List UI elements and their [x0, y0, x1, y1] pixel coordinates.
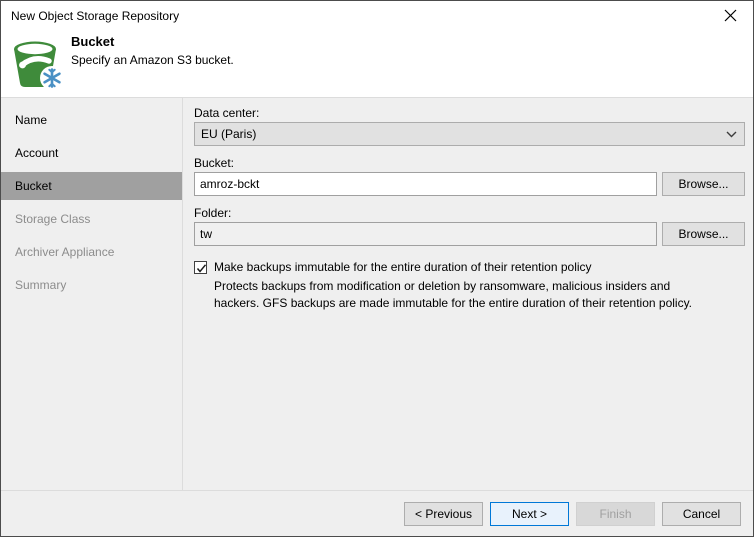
page-title: Bucket	[71, 34, 115, 49]
sidebar-item-storage-class[interactable]: Storage Class	[1, 205, 182, 233]
sidebar-item-label: Archiver Appliance	[15, 245, 115, 259]
chevron-down-icon	[718, 131, 744, 138]
main-pane: Data center: EU (Paris) Bucket: amroz-bc…	[183, 98, 753, 490]
folder-input-value: tw	[200, 227, 212, 241]
sidebar-item-archiver-appliance[interactable]: Archiver Appliance	[1, 238, 182, 266]
dialog-footer: < Previous Next > Finish Cancel	[1, 491, 753, 536]
immutability-checkbox[interactable]	[194, 261, 207, 274]
immutability-checkbox-label: Make backups immutable for the entire du…	[214, 260, 592, 274]
bucket-input[interactable]: amroz-bckt	[194, 172, 657, 196]
bucket-snowflake-icon	[9, 31, 67, 91]
wizard-steps-sidebar: Name Account Bucket Storage Class Archiv…	[1, 98, 182, 490]
dialog-body: Name Account Bucket Storage Class Archiv…	[1, 98, 753, 490]
cancel-button[interactable]: Cancel	[662, 502, 741, 526]
window-title: New Object Storage Repository	[11, 8, 180, 23]
sidebar-item-summary[interactable]: Summary	[1, 271, 182, 299]
bucket-input-value: amroz-bckt	[200, 177, 260, 191]
folder-label: Folder:	[194, 206, 232, 220]
sidebar-item-label: Name	[15, 113, 48, 127]
finish-button: Finish	[576, 502, 655, 526]
new-object-storage-repository-dialog: New Object Storage Repository Bucket Spe…	[0, 0, 754, 537]
folder-input[interactable]: tw	[194, 222, 657, 246]
sidebar-item-name[interactable]: Name	[1, 106, 182, 134]
sidebar-item-account[interactable]: Account	[1, 139, 182, 167]
immutability-description: Protects backups from modification or de…	[214, 279, 693, 310]
bucket-label: Bucket:	[194, 156, 235, 170]
sidebar-item-label: Summary	[15, 278, 67, 292]
bucket-browse-button[interactable]: Browse...	[662, 172, 745, 196]
folder-browse-button[interactable]: Browse...	[662, 222, 745, 246]
title-bar: New Object Storage Repository	[1, 1, 753, 30]
sidebar-item-label: Account	[15, 146, 59, 160]
data-center-label: Data center:	[194, 106, 260, 120]
data-center-value: EU (Paris)	[201, 127, 257, 141]
immutability-checkbox-row[interactable]: Make backups immutable for the entire du…	[194, 260, 592, 274]
checkmark-icon	[196, 264, 207, 273]
page-subtitle: Specify an Amazon S3 bucket.	[71, 53, 234, 67]
sidebar-item-bucket[interactable]: Bucket	[1, 172, 182, 200]
previous-button[interactable]: < Previous	[404, 502, 483, 526]
sidebar-item-label: Bucket	[15, 179, 52, 193]
dialog-header: Bucket Specify an Amazon S3 bucket.	[1, 30, 753, 98]
data-center-select[interactable]: EU (Paris)	[194, 122, 745, 146]
next-button[interactable]: Next >	[490, 502, 569, 526]
close-icon[interactable]	[708, 1, 753, 30]
sidebar-item-label: Storage Class	[15, 212, 91, 226]
